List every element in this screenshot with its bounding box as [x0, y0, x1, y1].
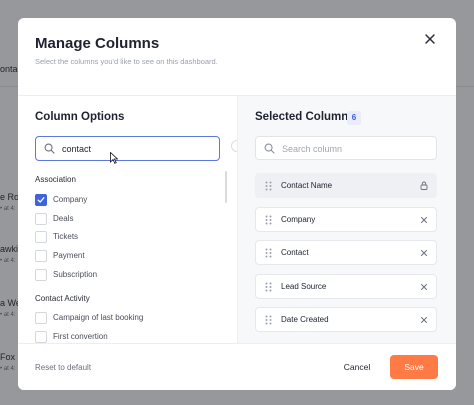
option-label: Tickets [53, 232, 79, 241]
drag-handle-icon[interactable] [265, 248, 272, 258]
option-deals[interactable]: Deals [35, 212, 73, 225]
option-first-convertion[interactable]: First convertion [35, 330, 108, 343]
selected-item-label: Date Created [281, 315, 329, 324]
lock-icon [419, 181, 428, 190]
modal-footer: Reset to default Cancel Save [18, 343, 456, 390]
drag-handle-icon[interactable] [265, 181, 272, 191]
column-options-panel: Column Options Association Company Deals… [18, 96, 237, 343]
remove-icon[interactable] [419, 315, 428, 324]
option-label: Payment [53, 251, 85, 260]
column-options-scrollbar[interactable] [225, 171, 227, 203]
remove-icon[interactable] [419, 215, 428, 224]
selected-item-contact-name[interactable]: Contact Name [255, 173, 437, 198]
drag-handle-icon[interactable] [265, 215, 272, 225]
checkbox[interactable] [35, 268, 47, 281]
selected-item-company[interactable]: Company [255, 207, 437, 232]
cancel-button[interactable]: Cancel [333, 355, 381, 379]
option-label: Deals [53, 214, 74, 223]
reset-to-default-link[interactable]: Reset to default [35, 363, 91, 372]
column-options-search-input[interactable] [62, 141, 212, 156]
remove-icon[interactable] [419, 248, 428, 257]
drag-handle-icon[interactable] [265, 282, 272, 292]
checkbox[interactable] [35, 212, 47, 225]
option-label: Subscription [53, 270, 98, 279]
option-label: Campaign of last booking [53, 313, 144, 322]
option-label: First convertion [53, 332, 108, 341]
option-payment[interactable]: Payment [35, 249, 85, 262]
selected-column-title: Selected Column [255, 111, 349, 123]
checkbox-checked[interactable] [35, 193, 47, 206]
group-label-association: Association [35, 175, 76, 184]
selected-column-search-input[interactable] [282, 141, 432, 156]
option-label: Company [53, 195, 88, 204]
search-icon [44, 143, 55, 154]
close-icon[interactable] [422, 33, 438, 49]
manage-columns-modal: Manage Columns Select the columns you'd … [18, 18, 456, 390]
modal-title: Manage Columns [35, 35, 160, 52]
selected-item-lead-source[interactable]: Lead Source [255, 274, 437, 299]
option-company[interactable]: Company [35, 193, 87, 206]
checkbox[interactable] [35, 230, 47, 243]
option-campaign-of-last-booking[interactable]: Campaign of last booking [35, 311, 143, 324]
mouse-cursor-icon [110, 152, 118, 164]
search-icon [264, 143, 275, 154]
option-tickets[interactable]: Tickets [35, 230, 78, 243]
selected-item-date-created[interactable]: Date Created [255, 307, 437, 332]
modal-header: Manage Columns Select the columns you'd … [18, 18, 456, 96]
save-button[interactable]: Save [390, 355, 438, 379]
selected-item-contact[interactable]: Contact [255, 240, 437, 265]
option-subscription[interactable]: Subscription [35, 268, 97, 281]
checkbox[interactable] [35, 249, 47, 262]
selected-count-badge: 6 [347, 111, 361, 125]
selected-item-label: Lead Source [281, 282, 327, 291]
remove-icon[interactable] [419, 282, 428, 291]
column-options-title: Column Options [35, 111, 125, 123]
selected-item-label: Contact Name [281, 181, 333, 190]
drag-handle-icon[interactable] [265, 315, 272, 325]
selected-column-panel: Selected Column 6 Contact Name Company C… [237, 96, 456, 343]
group-label-contact-activity: Contact Activity [35, 294, 90, 303]
selected-item-label: Contact [281, 248, 309, 257]
checkbox[interactable] [35, 330, 47, 343]
modal-subtitle: Select the columns you'd like to see on … [35, 57, 218, 66]
selected-item-label: Company [281, 215, 316, 224]
checkbox[interactable] [35, 311, 47, 324]
selected-column-search[interactable] [255, 136, 437, 160]
column-options-search[interactable] [35, 136, 220, 161]
